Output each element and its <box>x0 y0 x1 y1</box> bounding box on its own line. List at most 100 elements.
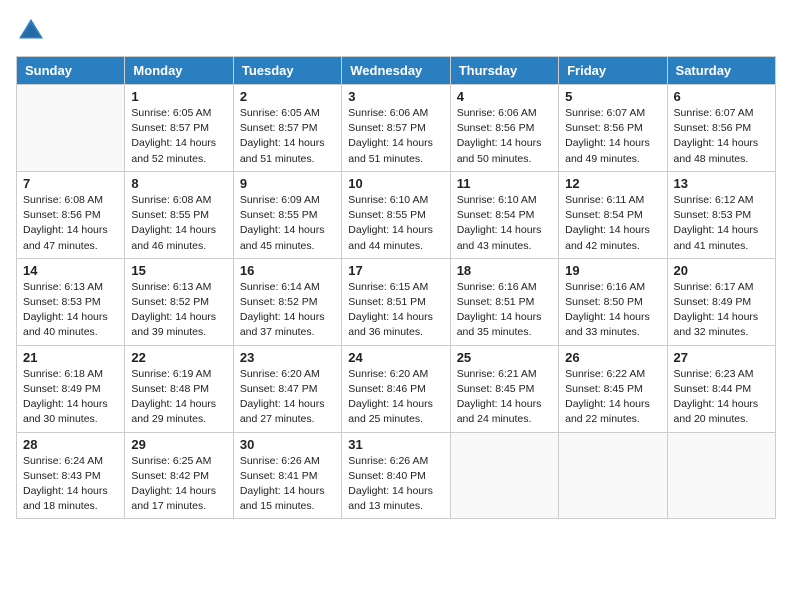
cell-content: Sunrise: 6:16 AM Sunset: 8:50 PM Dayligh… <box>565 280 660 341</box>
day-number: 18 <box>457 263 552 278</box>
calendar-cell: 5 Sunrise: 6:07 AM Sunset: 8:56 PM Daylig… <box>559 85 667 172</box>
cell-content: Sunrise: 6:17 AM Sunset: 8:49 PM Dayligh… <box>674 280 769 341</box>
calendar-cell: 11 Sunrise: 6:10 AM Sunset: 8:54 PM Dayli… <box>450 171 558 258</box>
day-header-thursday: Thursday <box>450 57 558 85</box>
day-number: 17 <box>348 263 443 278</box>
week-row-1: 1 Sunrise: 6:05 AM Sunset: 8:57 PM Daylig… <box>17 85 776 172</box>
day-header-wednesday: Wednesday <box>342 57 450 85</box>
calendar-cell: 2Sunrise: 6:05 AM Sunset: 8:57 PM Daylig… <box>233 85 341 172</box>
cell-content: Sunrise: 6:05 AM Sunset: 8:57 PM Dayligh… <box>131 106 226 167</box>
day-number: 5 <box>565 89 660 104</box>
cell-content: Sunrise: 6:12 AM Sunset: 8:53 PM Dayligh… <box>674 193 769 254</box>
day-number: 30 <box>240 437 335 452</box>
day-number: 24 <box>348 350 443 365</box>
day-number: 22 <box>131 350 226 365</box>
calendar-cell <box>450 432 558 519</box>
calendar-cell: 3 Sunrise: 6:06 AM Sunset: 8:57 PM Daylig… <box>342 85 450 172</box>
calendar-cell: 26 Sunrise: 6:22 AM Sunset: 8:45 PM Dayli… <box>559 345 667 432</box>
cell-content: Sunrise: 6:06 AM Sunset: 8:57 PM Dayligh… <box>348 106 443 167</box>
calendar-cell <box>559 432 667 519</box>
day-number: 2 <box>240 89 335 104</box>
calendar-cell: 16 Sunrise: 6:14 AM Sunset: 8:52 PM Dayli… <box>233 258 341 345</box>
cell-content: Sunrise: 6:09 AM Sunset: 8:55 PM Dayligh… <box>240 193 335 254</box>
day-number: 26 <box>565 350 660 365</box>
calendar-cell: 22 Sunrise: 6:19 AM Sunset: 8:48 PM Dayli… <box>125 345 233 432</box>
cell-content: Sunrise: 6:25 AM Sunset: 8:42 PM Dayligh… <box>131 454 226 515</box>
day-header-monday: Monday <box>125 57 233 85</box>
cell-content: Sunrise: 6:14 AM Sunset: 8:52 PM Dayligh… <box>240 280 335 341</box>
cell-content: Sunrise: 6:11 AM Sunset: 8:54 PM Dayligh… <box>565 193 660 254</box>
calendar-cell: 30Sunrise: 6:26 AM Sunset: 8:41 PM Dayli… <box>233 432 341 519</box>
day-number: 13 <box>674 176 769 191</box>
calendar-cell: 25Sunrise: 6:21 AM Sunset: 8:45 PM Dayli… <box>450 345 558 432</box>
calendar-cell: 21Sunrise: 6:18 AM Sunset: 8:49 PM Dayli… <box>17 345 125 432</box>
day-number: 27 <box>674 350 769 365</box>
calendar-cell: 19 Sunrise: 6:16 AM Sunset: 8:50 PM Dayli… <box>559 258 667 345</box>
cell-content: Sunrise: 6:26 AM Sunset: 8:40 PM Dayligh… <box>348 454 443 515</box>
day-header-friday: Friday <box>559 57 667 85</box>
cell-content: Sunrise: 6:19 AM Sunset: 8:48 PM Dayligh… <box>131 367 226 428</box>
cell-content: Sunrise: 6:13 AM Sunset: 8:52 PM Dayligh… <box>131 280 226 341</box>
day-number: 1 <box>131 89 226 104</box>
calendar-cell: 31 Sunrise: 6:26 AM Sunset: 8:40 PM Dayli… <box>342 432 450 519</box>
cell-content: Sunrise: 6:08 AM Sunset: 8:56 PM Dayligh… <box>23 193 118 254</box>
calendar-cell: 20Sunrise: 6:17 AM Sunset: 8:49 PM Dayli… <box>667 258 775 345</box>
day-number: 7 <box>23 176 118 191</box>
cell-content: Sunrise: 6:23 AM Sunset: 8:44 PM Dayligh… <box>674 367 769 428</box>
cell-content: Sunrise: 6:24 AM Sunset: 8:43 PM Dayligh… <box>23 454 118 515</box>
cell-content: Sunrise: 6:07 AM Sunset: 8:56 PM Dayligh… <box>565 106 660 167</box>
cell-content: Sunrise: 6:22 AM Sunset: 8:45 PM Dayligh… <box>565 367 660 428</box>
header <box>16 16 776 46</box>
cell-content: Sunrise: 6:08 AM Sunset: 8:55 PM Dayligh… <box>131 193 226 254</box>
week-row-5: 28 Sunrise: 6:24 AM Sunset: 8:43 PM Dayli… <box>17 432 776 519</box>
cell-content: Sunrise: 6:15 AM Sunset: 8:51 PM Dayligh… <box>348 280 443 341</box>
week-row-2: 7 Sunrise: 6:08 AM Sunset: 8:56 PM Daylig… <box>17 171 776 258</box>
calendar-cell: 4 Sunrise: 6:06 AM Sunset: 8:56 PM Daylig… <box>450 85 558 172</box>
day-number: 8 <box>131 176 226 191</box>
calendar-cell <box>667 432 775 519</box>
day-number: 4 <box>457 89 552 104</box>
day-number: 3 <box>348 89 443 104</box>
calendar-cell: 18 Sunrise: 6:16 AM Sunset: 8:51 PM Dayli… <box>450 258 558 345</box>
day-number: 15 <box>131 263 226 278</box>
calendar-cell: 28 Sunrise: 6:24 AM Sunset: 8:43 PM Dayli… <box>17 432 125 519</box>
calendar-cell: 29 Sunrise: 6:25 AM Sunset: 8:42 PM Dayli… <box>125 432 233 519</box>
cell-content: Sunrise: 6:16 AM Sunset: 8:51 PM Dayligh… <box>457 280 552 341</box>
calendar-cell: 1 Sunrise: 6:05 AM Sunset: 8:57 PM Daylig… <box>125 85 233 172</box>
day-number: 6 <box>674 89 769 104</box>
day-header-tuesday: Tuesday <box>233 57 341 85</box>
calendar-header-row: SundayMondayTuesdayWednesdayThursdayFrid… <box>17 57 776 85</box>
calendar-cell: 7 Sunrise: 6:08 AM Sunset: 8:56 PM Daylig… <box>17 171 125 258</box>
day-number: 16 <box>240 263 335 278</box>
cell-content: Sunrise: 6:20 AM Sunset: 8:47 PM Dayligh… <box>240 367 335 428</box>
logo-icon <box>16 16 46 46</box>
cell-content: Sunrise: 6:07 AM Sunset: 8:56 PM Dayligh… <box>674 106 769 167</box>
day-header-saturday: Saturday <box>667 57 775 85</box>
calendar-cell: 10 Sunrise: 6:10 AM Sunset: 8:55 PM Dayli… <box>342 171 450 258</box>
day-number: 23 <box>240 350 335 365</box>
calendar-cell: 15 Sunrise: 6:13 AM Sunset: 8:52 PM Dayli… <box>125 258 233 345</box>
day-number: 31 <box>348 437 443 452</box>
calendar-cell: 14 Sunrise: 6:13 AM Sunset: 8:53 PM Dayli… <box>17 258 125 345</box>
cell-content: Sunrise: 6:06 AM Sunset: 8:56 PM Dayligh… <box>457 106 552 167</box>
cell-content: Sunrise: 6:20 AM Sunset: 8:46 PM Dayligh… <box>348 367 443 428</box>
week-row-4: 21Sunrise: 6:18 AM Sunset: 8:49 PM Dayli… <box>17 345 776 432</box>
cell-content: Sunrise: 6:21 AM Sunset: 8:45 PM Dayligh… <box>457 367 552 428</box>
day-number: 14 <box>23 263 118 278</box>
day-header-sunday: Sunday <box>17 57 125 85</box>
day-number: 28 <box>23 437 118 452</box>
cell-content: Sunrise: 6:10 AM Sunset: 8:54 PM Dayligh… <box>457 193 552 254</box>
calendar-cell: 24 Sunrise: 6:20 AM Sunset: 8:46 PM Dayli… <box>342 345 450 432</box>
cell-content: Sunrise: 6:13 AM Sunset: 8:53 PM Dayligh… <box>23 280 118 341</box>
calendar-cell: 27 Sunrise: 6:23 AM Sunset: 8:44 PM Dayli… <box>667 345 775 432</box>
calendar-cell: 6 Sunrise: 6:07 AM Sunset: 8:56 PM Daylig… <box>667 85 775 172</box>
calendar-cell: 12Sunrise: 6:11 AM Sunset: 8:54 PM Dayli… <box>559 171 667 258</box>
calendar-cell: 8 Sunrise: 6:08 AM Sunset: 8:55 PM Daylig… <box>125 171 233 258</box>
day-number: 19 <box>565 263 660 278</box>
day-number: 11 <box>457 176 552 191</box>
week-row-3: 14 Sunrise: 6:13 AM Sunset: 8:53 PM Dayli… <box>17 258 776 345</box>
day-number: 29 <box>131 437 226 452</box>
cell-content: Sunrise: 6:10 AM Sunset: 8:55 PM Dayligh… <box>348 193 443 254</box>
logo <box>16 16 50 46</box>
day-number: 10 <box>348 176 443 191</box>
